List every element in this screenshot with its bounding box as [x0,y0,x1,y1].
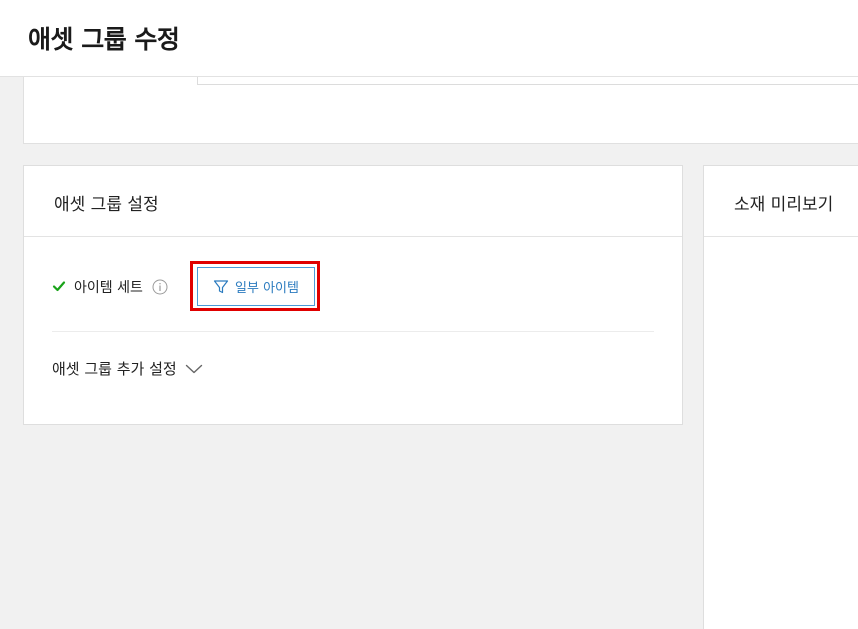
advanced-settings-label: 애셋 그룹 추가 설정 [52,360,177,378]
partial-items-filter-button[interactable]: 일부 아이템 [197,267,315,306]
page-title: 애셋 그룹 수정 [28,25,180,54]
asset-preview-panel: 소재 미리보기 [703,165,858,629]
filter-button-label: 일부 아이템 [235,281,299,296]
top-card [23,77,858,144]
item-set-label: 아이템 세트 [74,280,143,296]
page-header: 애셋 그룹 수정 [0,0,858,77]
settings-panel-title: 애셋 그룹 설정 [54,195,159,215]
top-card-field-frame [197,77,858,85]
advanced-settings-toggle[interactable]: 애셋 그룹 추가 설정 [52,358,203,379]
check-icon [52,281,66,292]
asset-group-settings-panel: 애셋 그룹 설정 아이템 세트 일부 아이템 애셋 그룹 추가 설정 [23,165,683,425]
filter-icon [213,279,229,293]
section-divider [52,331,654,332]
panel-divider [24,236,682,237]
preview-panel-title: 소재 미리보기 [734,195,834,215]
preview-divider [704,236,858,237]
info-icon[interactable] [152,279,168,295]
chevron-down-icon [185,364,202,373]
